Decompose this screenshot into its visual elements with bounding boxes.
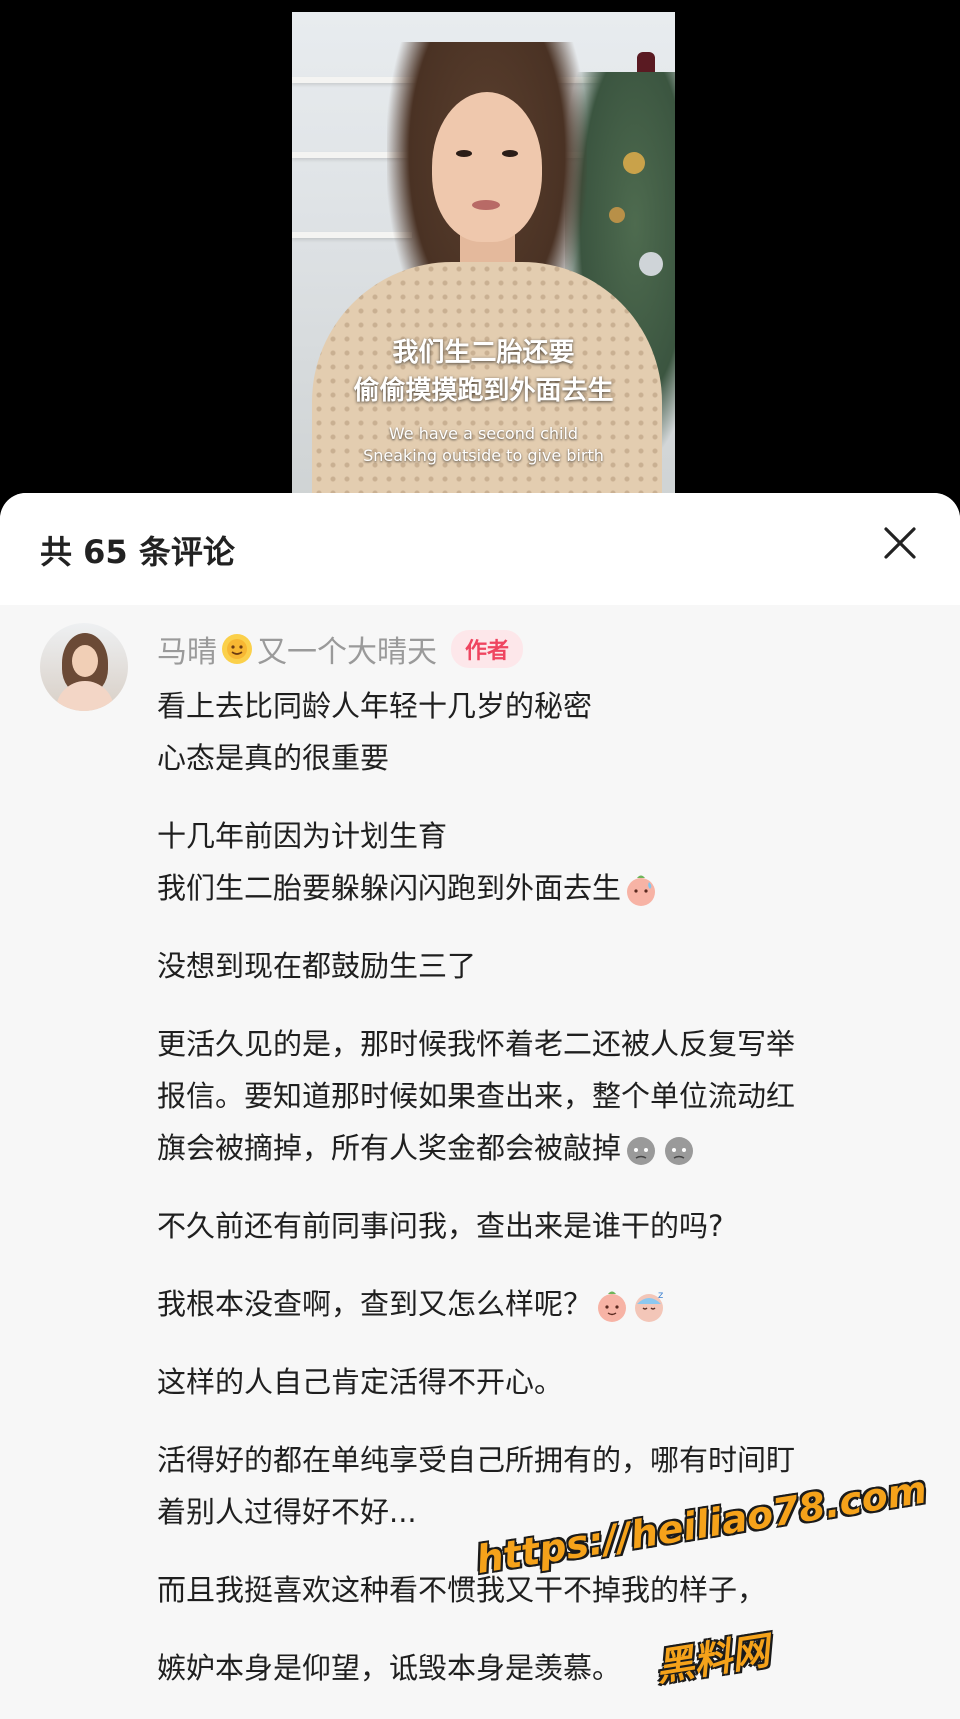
svg-text:z: z	[658, 1290, 663, 1301]
peach-sweat-emoji-icon	[627, 875, 656, 906]
sun-emoji-icon	[222, 634, 252, 664]
ornament	[609, 207, 625, 223]
comments-panel: 共 65 条评论 马晴 又一个大晴天 作者 看上去比同龄人年轻十几岁的秘密 心态…	[0, 493, 960, 1719]
comment-line-text: 我们生二胎要躲躲闪闪跑到外面去生	[157, 871, 622, 905]
comment-line: 报信。要知道那时候如果查出来，整个单位流动红	[157, 1079, 796, 1113]
sleepy-emoji-icon: z	[635, 1290, 663, 1322]
eye	[502, 150, 518, 157]
avatar[interactable]	[40, 623, 128, 711]
subtitle-cn-line2: 偷偷摸摸跑到外面去生	[353, 376, 614, 406]
comment-line-text: 旗会被摘掉，所有人奖金都会被敲掉	[157, 1131, 622, 1165]
subtitle-en-line2: Sneaking outside to give birth	[363, 446, 604, 465]
subtitle-en-line1: We have a second child	[388, 424, 579, 443]
avatar-body	[56, 681, 114, 711]
peach-smile-emoji-icon	[598, 1291, 627, 1322]
avatar-face	[72, 645, 98, 677]
comment-line: 活得好的都在单纯享受自己所拥有的，哪有时间盯	[157, 1443, 796, 1477]
comment-line: 心态是真的很重要	[157, 741, 390, 775]
comment-line-text: 我根本没查啊，查到又怎么样呢？	[157, 1287, 593, 1321]
comment-line: 更活久见的是，那时候我怀着老二还被人反复写举	[157, 1027, 796, 1061]
comment-line: 这样的人自己肯定活得不开心。	[157, 1365, 564, 1399]
comment-line: 十几年前因为计划生育	[157, 819, 448, 853]
comment-line-with-emoji: 我们生二胎要躲躲闪闪跑到外面去生	[157, 865, 659, 908]
comment-line: 嫉妒本身是仰望，诋毁本身是羡慕。	[157, 1651, 622, 1685]
comment-line: 看上去比同龄人年轻十几岁的秘密	[157, 689, 593, 723]
comment-line: 而且我挺喜欢这种看不惯我又干不掉我的样子，	[157, 1573, 767, 1607]
comment-line-with-emoji: 旗会被摘掉，所有人奖金都会被敲掉	[157, 1125, 697, 1168]
close-button[interactable]	[878, 521, 922, 565]
comment-count: 共 65 条评论	[40, 533, 235, 571]
lips	[472, 200, 500, 210]
ornament	[623, 152, 645, 174]
grey-sad-emoji-icon	[665, 1137, 694, 1165]
author-row: 马晴 又一个大晴天 作者	[157, 627, 524, 671]
person-face	[432, 92, 542, 242]
eye	[456, 150, 472, 157]
close-icon	[884, 527, 916, 559]
author-badge: 作者	[451, 630, 524, 668]
comment-line: 不久前还有前同事问我，查出来是谁干的吗?	[157, 1209, 724, 1243]
video-player[interactable]: 我们生二胎还要 偷偷摸摸跑到外面去生 We have a second chil…	[0, 0, 960, 500]
grey-sad-emoji-icon	[627, 1137, 656, 1165]
comment-line: 着别人过得好不好...	[157, 1495, 417, 1529]
subtitle-cn-line1: 我们生二胎还要	[392, 338, 575, 368]
video-frame[interactable]: 我们生二胎还要 偷偷摸摸跑到外面去生 We have a second chil…	[292, 12, 675, 500]
comment-line: 没想到现在都鼓励生三了	[157, 949, 477, 983]
author-name-suffix[interactable]: 又一个大晴天	[257, 627, 437, 671]
author-name[interactable]: 马晴	[157, 627, 217, 671]
ornament	[639, 252, 663, 276]
comment-line-with-emoji: 我根本没查啊，查到又怎么样呢？ z	[157, 1281, 668, 1324]
comments-header: 共 65 条评论	[0, 493, 960, 605]
